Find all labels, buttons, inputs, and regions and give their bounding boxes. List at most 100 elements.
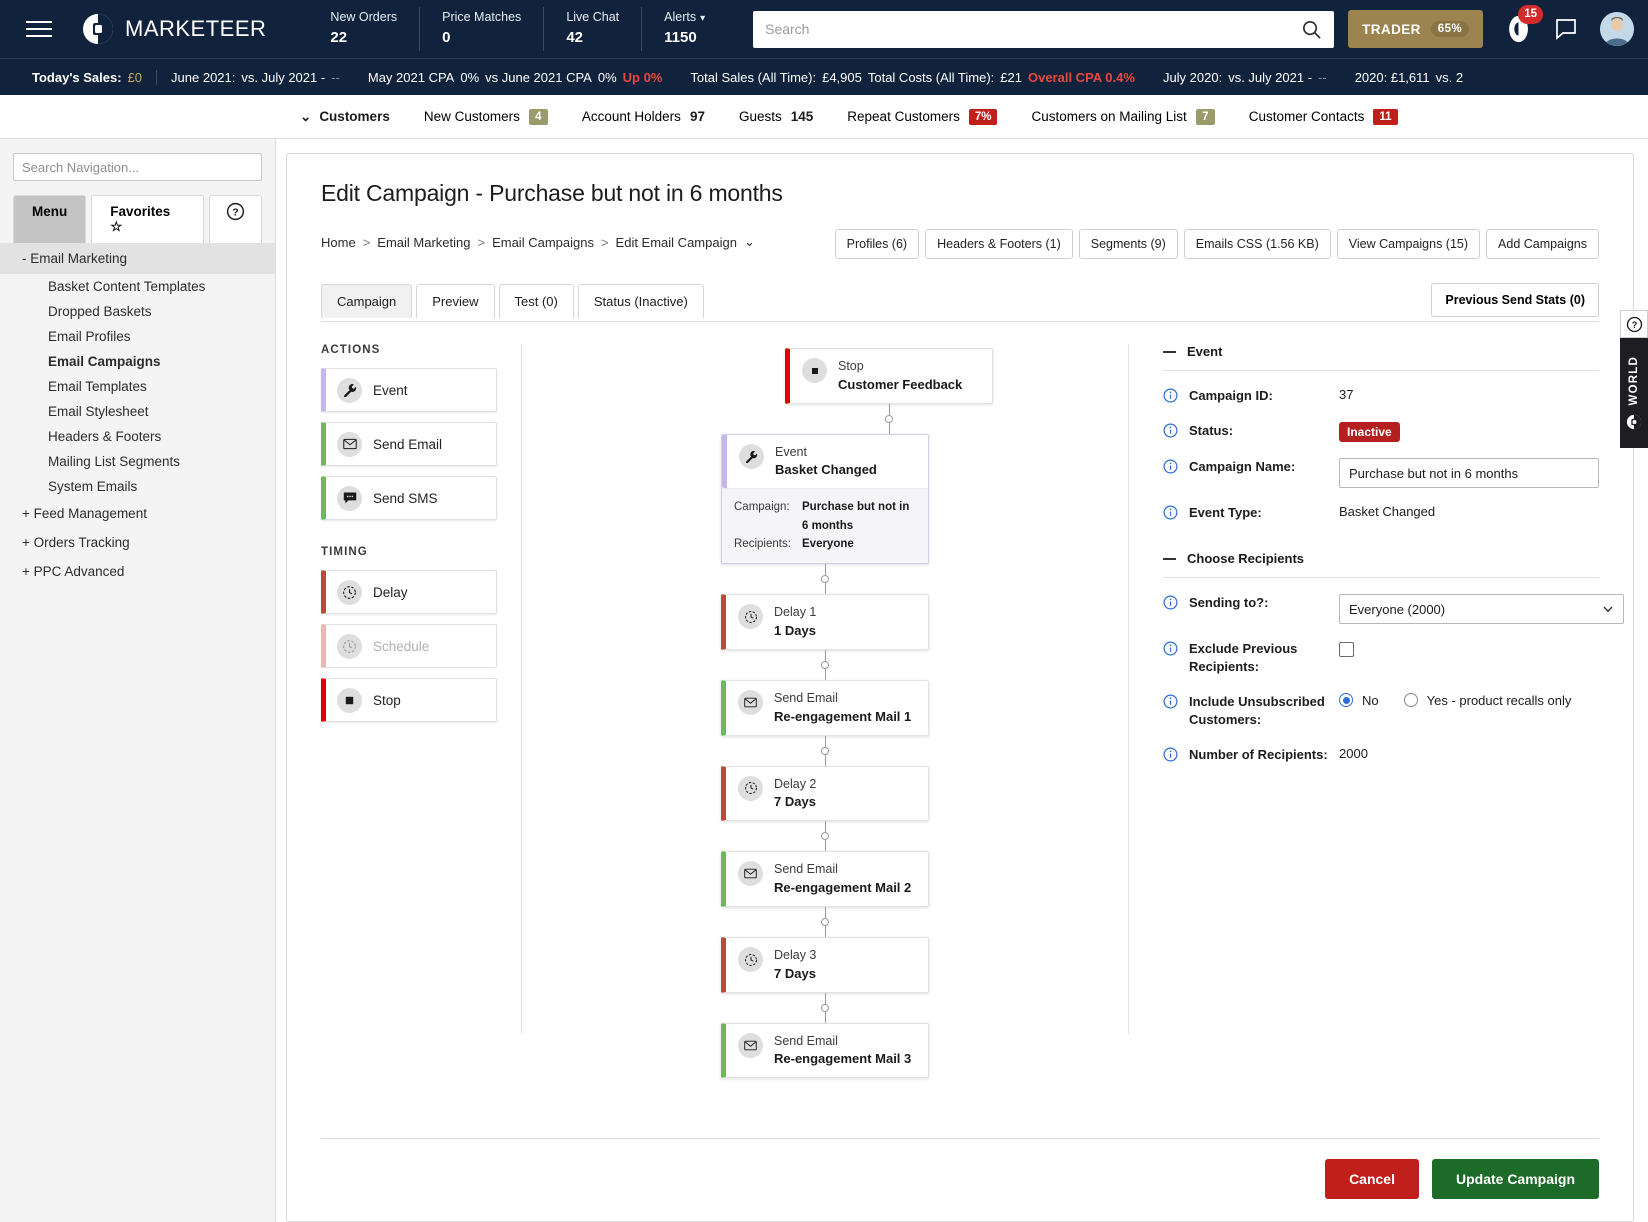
update-campaign-button[interactable]: Update Campaign	[1431, 1159, 1599, 1199]
search-input[interactable]	[753, 10, 1335, 48]
custbar-item-guests[interactable]: Guests 145	[739, 109, 813, 124]
flow-node-delay-3[interactable]: Delay 3 7 Days	[721, 937, 929, 993]
profiles-button[interactable]: Profiles (6)	[834, 229, 920, 259]
custbar-item-mailing-list[interactable]: Customers on Mailing List 7	[1031, 108, 1215, 125]
kpi-new-orders[interactable]: New Orders 22	[308, 7, 419, 50]
sidebar-group-orders-tracking[interactable]: + Orders Tracking	[0, 528, 275, 557]
sidebar-item-email-stylesheet[interactable]: Email Stylesheet	[0, 399, 275, 424]
flow-node-name: Basket Changed	[775, 462, 877, 478]
add-campaigns-button[interactable]: Add Campaigns	[1486, 229, 1599, 259]
flow-node-event-selected[interactable]: Event Basket Changed Campaign: Purchase …	[721, 433, 929, 565]
tab-campaign[interactable]: Campaign	[321, 284, 413, 318]
notifications-button[interactable]: 15	[1505, 5, 1543, 43]
ticker-june-2021-b: vs. July 2021 -	[241, 69, 326, 85]
custbar-item-account-holders[interactable]: Account Holders 97	[582, 109, 705, 124]
palette-item-label: Schedule	[373, 638, 430, 654]
sidebar-group-ppc-advanced[interactable]: + PPC Advanced	[0, 557, 275, 586]
kpi-live-chat[interactable]: Live Chat 42	[543, 7, 641, 51]
messages-button[interactable]	[1554, 17, 1578, 41]
emails-css-button[interactable]: Emails CSS (1.56 KB)	[1183, 229, 1331, 259]
connector-line	[820, 907, 829, 938]
segments-button[interactable]: Segments (9)	[1078, 229, 1178, 259]
tab-favorites[interactable]: Favorites ☆	[91, 195, 204, 243]
palette-item-send-sms[interactable]: Send SMS	[321, 476, 497, 520]
connector-dot	[820, 832, 829, 841]
info-icon[interactable]	[1163, 459, 1180, 477]
kpi-alerts[interactable]: Alerts ▾ 1150	[641, 7, 727, 51]
palette-item-send-email[interactable]: Send Email	[321, 422, 497, 466]
info-icon[interactable]	[1163, 388, 1180, 406]
breadcrumb-email-marketing[interactable]: Email Marketing	[377, 235, 470, 250]
info-icon[interactable]	[1163, 694, 1180, 712]
kpi-alerts-value: 1150	[664, 29, 697, 47]
flow-node-delay-1[interactable]: Delay 1 1 Days	[721, 594, 929, 651]
view-campaigns-button[interactable]: View Campaigns (15)	[1336, 229, 1481, 259]
info-icon[interactable]	[1163, 747, 1180, 765]
user-avatar[interactable]	[1600, 12, 1634, 46]
exclude-previous-recipients-checkbox[interactable]	[1339, 642, 1354, 657]
tab-menu[interactable]: Menu	[13, 195, 87, 243]
flow-node-send-email-1[interactable]: Send Email Re-engagement Mail 1	[721, 680, 929, 736]
world-tab[interactable]: WORLD	[1620, 338, 1648, 448]
palette-item-delay[interactable]: Delay	[321, 570, 497, 614]
info-icon[interactable]	[1163, 423, 1180, 441]
sidebar-item-email-profiles[interactable]: Email Profiles	[0, 324, 275, 349]
trader-button[interactable]: TRADER 65%	[1348, 10, 1483, 48]
breadcrumb-home[interactable]: Home	[321, 235, 356, 250]
custbar-item-repeat-customers[interactable]: Repeat Customers 7%	[847, 108, 998, 125]
info-icon[interactable]	[1163, 595, 1180, 613]
flow-node-type: Delay 1	[774, 605, 817, 620]
info-icon[interactable]	[1163, 641, 1180, 659]
radio-yes-product-recalls[interactable]	[1403, 693, 1418, 708]
sidebar-help-button[interactable]: ?	[209, 195, 262, 243]
sidebar-item-system-emails[interactable]: System Emails	[0, 474, 275, 499]
kpi-price-matches[interactable]: Price Matches 0	[419, 7, 543, 51]
radio-no-label[interactable]: No	[1362, 693, 1379, 708]
tab-test[interactable]: Test (0)	[498, 284, 574, 318]
tab-preview[interactable]: Preview	[416, 284, 495, 318]
radio-yes-label[interactable]: Yes - product recalls only	[1427, 693, 1572, 708]
flow-node-send-email-3[interactable]: Send Email Re-engagement Mail 3	[721, 1022, 929, 1079]
sidebar-item-email-templates[interactable]: Email Templates	[0, 374, 275, 399]
details-recipients-section-header[interactable]: Choose Recipients	[1163, 551, 1599, 578]
sidebar-item-email-campaigns[interactable]: Email Campaigns	[0, 349, 275, 374]
breadcrumb-edit-email-campaign[interactable]: Edit Email Campaign	[616, 235, 737, 250]
details-event-section-header[interactable]: Event	[1163, 344, 1599, 371]
campaign-name-input[interactable]	[1339, 458, 1599, 488]
trader-label: TRADER	[1362, 21, 1421, 37]
palette-item-stop[interactable]: Stop	[321, 678, 497, 722]
sending-to-select[interactable]	[1339, 594, 1624, 624]
custbar-item-customer-contacts[interactable]: Customer Contacts 11	[1249, 108, 1398, 125]
campaign-flow-canvas[interactable]: Stop Customer Feedback Event Basket Chan…	[521, 344, 1129, 1079]
previous-send-stats-button[interactable]: Previous Send Stats (0)	[1431, 283, 1599, 317]
flow-node-send-email-2[interactable]: Send Email Re-engagement Mail 2	[721, 851, 929, 908]
sidebar-item-basket-content-templates[interactable]: Basket Content Templates	[0, 274, 275, 299]
search-icon[interactable]	[1301, 19, 1322, 45]
chevron-down-icon[interactable]: ⌄	[744, 234, 755, 250]
radio-no[interactable]	[1339, 693, 1353, 708]
breadcrumb-email-campaigns[interactable]: Email Campaigns	[492, 235, 594, 250]
cancel-button[interactable]: Cancel	[1325, 1159, 1419, 1199]
info-icon[interactable]	[1163, 505, 1180, 523]
flow-node-stop[interactable]: Stop Customer Feedback	[785, 348, 993, 404]
flow-meta-campaign-label: Campaign:	[734, 501, 790, 514]
palette-item-event[interactable]: Event	[321, 368, 497, 412]
clock-icon	[738, 775, 763, 801]
flow-node-delay-2[interactable]: Delay 2 7 Days	[721, 765, 929, 822]
sidebar-item-mailing-list-segments[interactable]: Mailing List Segments	[0, 449, 275, 474]
custbar-item-new-customers[interactable]: New Customers 4	[424, 108, 548, 125]
help-button[interactable]: ?	[1620, 310, 1648, 338]
field-number-of-recipients: Number of Recipients: 2000	[1163, 746, 1599, 765]
field-value: 2000	[1339, 745, 1368, 761]
sidebar-item-headers-footers[interactable]: Headers & Footers	[0, 424, 275, 449]
sidebar-search-input[interactable]	[13, 153, 262, 181]
brand-logo[interactable]: MARKETEER	[82, 13, 266, 45]
top-navigation-bar: MARKETEER New Orders 22 Price Matches 0 …	[0, 0, 1648, 58]
sidebar-group-feed-management[interactable]: + Feed Management	[0, 499, 275, 528]
tab-status[interactable]: Status (Inactive)	[577, 284, 704, 318]
headers-footers-button[interactable]: Headers & Footers (1)	[925, 229, 1073, 259]
hamburger-menu-icon[interactable]	[26, 12, 60, 46]
sidebar-section-email-marketing[interactable]: - Email Marketing	[0, 243, 275, 274]
sidebar-item-dropped-baskets[interactable]: Dropped Baskets	[0, 299, 275, 324]
customers-dropdown[interactable]: ⌄ Customers	[300, 109, 390, 125]
